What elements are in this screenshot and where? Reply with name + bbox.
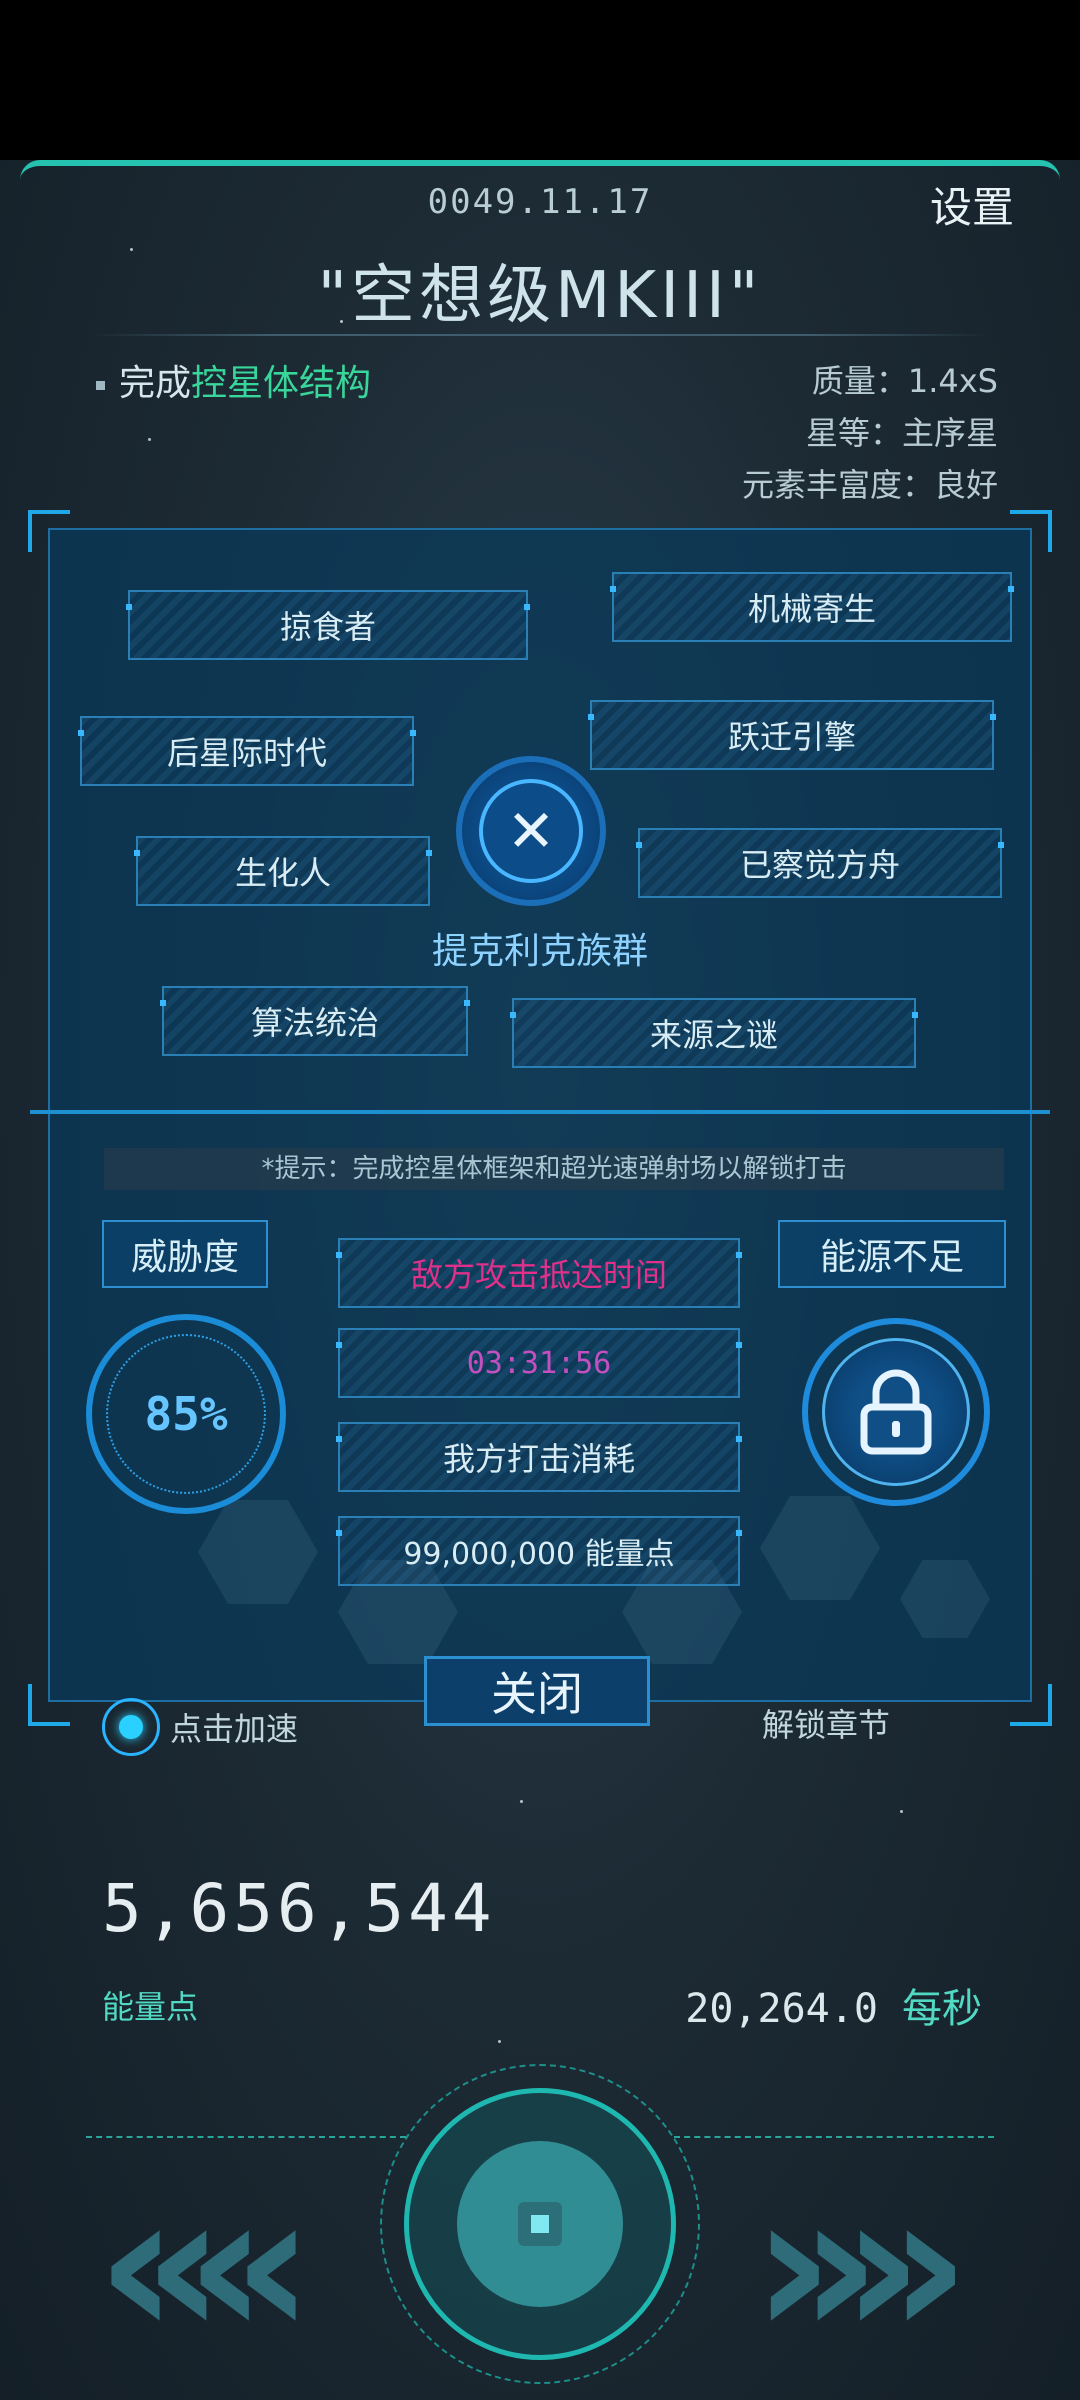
- chevron-left-icon[interactable]: ««: [96, 2166, 314, 2366]
- task-bullet-icon: [96, 380, 105, 390]
- lock-svg: [860, 1369, 932, 1455]
- threat-value: 85%: [106, 1334, 266, 1494]
- ship-title: "空想级MKIII": [317, 259, 763, 333]
- top-frame-line: [20, 160, 1060, 180]
- lock-icon: [822, 1338, 970, 1486]
- energy-status: 能源不足: [778, 1220, 1006, 1288]
- strike-cost-label: 我方打击消耗: [336, 1422, 742, 1492]
- close-button[interactable]: 关闭: [424, 1656, 650, 1726]
- panel-corner: [28, 1684, 70, 1726]
- rate-unit: 每秒: [902, 1987, 982, 2031]
- star-class: 星等：主序星: [805, 414, 998, 452]
- panel-corner: [28, 510, 70, 552]
- speed-dot-icon: [102, 1698, 160, 1756]
- tag-predator: 掠食者: [126, 590, 530, 660]
- attack-countdown: 03:31:56: [336, 1328, 742, 1398]
- strike-lock-button[interactable]: [802, 1318, 990, 1506]
- star: [520, 1800, 523, 1803]
- bottom-dash-right: [674, 2136, 994, 2138]
- clan-name: 提克利克族群: [431, 931, 648, 972]
- settings-button[interactable]: 设置: [930, 174, 1014, 235]
- task-highlight: 控星体结构: [191, 363, 372, 404]
- speedup-button[interactable]: 点击加速: [102, 1698, 298, 1756]
- enemy-attack-label: 敌方攻击抵达时间: [336, 1238, 742, 1308]
- main-button-core-icon: [518, 2202, 562, 2246]
- tag-mechanical-parasite: 机械寄生: [610, 572, 1014, 642]
- star-mass: 质量：1.4xS: [811, 362, 998, 400]
- rate-value: 20,264.0: [685, 1986, 878, 2032]
- unlock-chapter-button[interactable]: 解锁章节: [706, 1700, 946, 1746]
- title-divider: [90, 334, 990, 336]
- tag-algorithmic-rule: 算法统治: [160, 986, 470, 1056]
- tag-warp-engine: 跃迁引擎: [588, 700, 996, 770]
- tag-origin-mystery: 来源之谜: [510, 998, 918, 1068]
- main-tap-button[interactable]: [404, 2088, 676, 2360]
- clan-emblem: ✕: [456, 756, 606, 906]
- strike-cost-value: 99,000,000 能量点: [336, 1516, 742, 1586]
- energy-total: 5,656,544: [102, 1870, 496, 1947]
- current-task: 完成控星体结构: [96, 354, 371, 406]
- tag-aware-ark: 已察觉方舟: [636, 828, 1004, 898]
- tag-post-interstellar: 后星际时代: [78, 716, 416, 786]
- star: [900, 1810, 903, 1813]
- panel-corner: [1010, 1684, 1052, 1726]
- panel-corner: [1010, 510, 1052, 552]
- energy-rate: 20,264.0 每秒: [685, 1976, 982, 2034]
- energy-label: 能量点: [102, 1988, 199, 2026]
- game-date: 0049.11.17: [427, 182, 653, 222]
- hint-text: *提示：完成控星体框架和超光速弹射场以解锁打击: [104, 1148, 1004, 1190]
- task-prefix: 完成: [119, 363, 192, 404]
- tag-cyborg: 生化人: [134, 836, 432, 906]
- chevron-right-icon[interactable]: »»: [752, 2166, 970, 2366]
- status-bar-area: [0, 0, 1080, 160]
- section-divider: [30, 1110, 1050, 1114]
- bottom-dash-left: [86, 2136, 406, 2138]
- star: [148, 438, 151, 441]
- main-button-inner: [457, 2141, 623, 2307]
- threat-label: 威胁度: [102, 1220, 268, 1288]
- speedup-label: 点击加速: [170, 1710, 299, 1748]
- star: [498, 2040, 501, 2043]
- element-abundance: 元素丰富度：良好: [741, 466, 998, 504]
- threat-gauge: 85%: [86, 1314, 286, 1514]
- emblem-icon: ✕: [479, 779, 583, 883]
